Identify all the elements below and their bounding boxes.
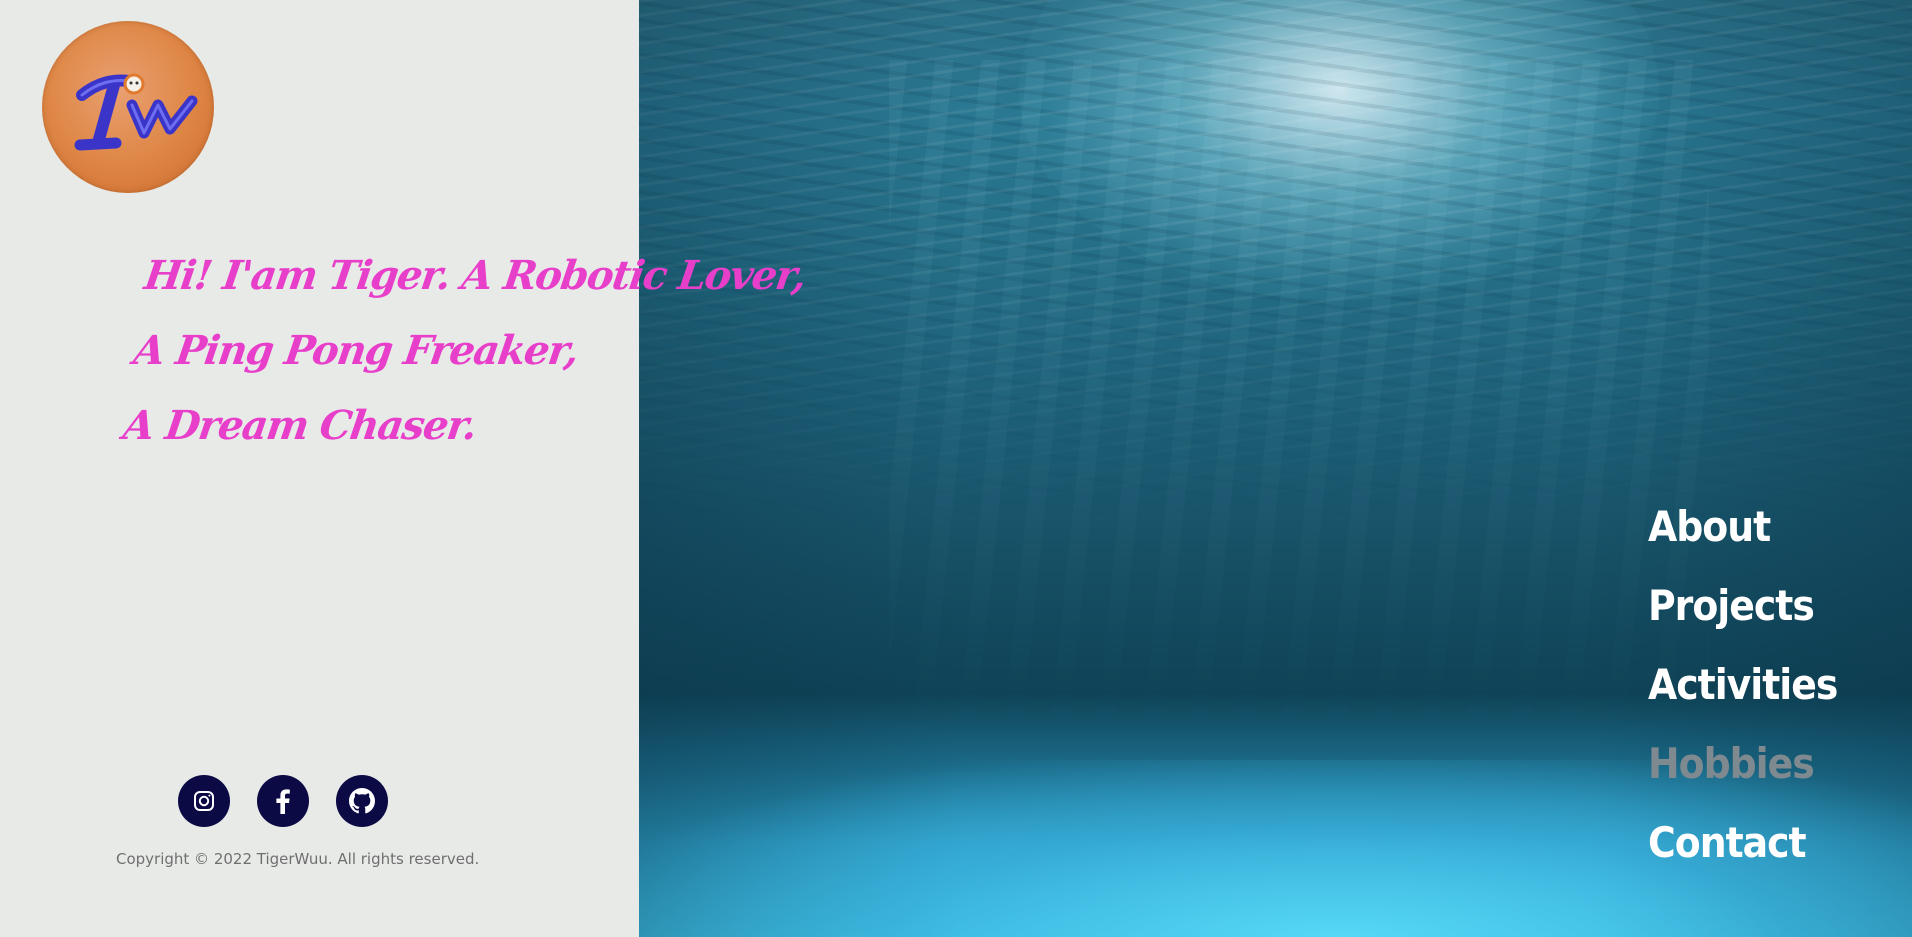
nav-item-activities[interactable]: Activities xyxy=(1648,645,1838,724)
site-logo[interactable] xyxy=(42,21,214,193)
github-icon xyxy=(349,788,375,814)
greeting-line-1: Hi! I'am Tiger. A Robotic Lover, xyxy=(141,252,809,299)
copyright-text: Copyright © 2022 TigerWuu. All rights re… xyxy=(116,850,480,868)
greeting-line-3: A Dream Chaser. xyxy=(120,402,479,449)
facebook-icon xyxy=(276,789,290,814)
instagram-button[interactable] xyxy=(178,775,230,827)
social-links xyxy=(178,775,388,827)
facebook-button[interactable] xyxy=(257,775,309,827)
main-nav: About Projects Activities Hobbies Contac… xyxy=(1648,487,1838,882)
nav-item-about[interactable]: About xyxy=(1648,487,1837,566)
github-button[interactable] xyxy=(336,775,388,827)
tw-monogram-logo-icon xyxy=(74,73,198,151)
page: Copyright © 2022 TigerWuu. All rights re… xyxy=(0,0,1912,937)
greeting-line-2: A Ping Pong Freaker, xyxy=(130,327,581,374)
nav-item-projects[interactable]: Projects xyxy=(1648,566,1837,645)
nav-item-contact[interactable]: Contact xyxy=(1648,803,1837,882)
instagram-icon xyxy=(194,791,214,811)
hero-greeting: Hi! I'am Tiger. A Robotic Lover, A Ping … xyxy=(118,238,810,463)
left-panel: Copyright © 2022 TigerWuu. All rights re… xyxy=(0,0,639,937)
nav-item-hobbies[interactable]: Hobbies xyxy=(1648,724,1837,803)
